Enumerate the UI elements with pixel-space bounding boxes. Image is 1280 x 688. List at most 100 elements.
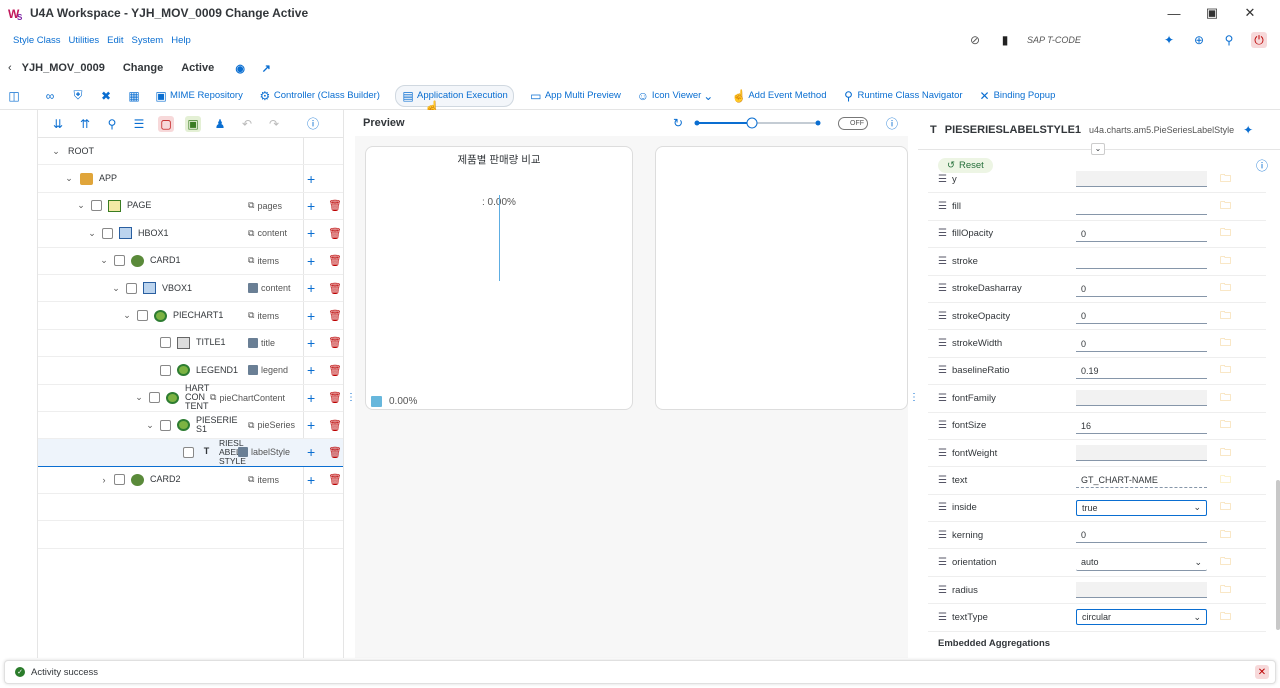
chevron-down-icon[interactable]: ⌄ xyxy=(50,146,62,157)
add-icon[interactable]: + xyxy=(307,390,315,406)
runtime-class-navigator-button[interactable]: ⚲ Runtime Class Navigator xyxy=(842,88,962,104)
menu-help[interactable]: Help xyxy=(171,35,191,46)
icon-viewer-button[interactable]: ☺ Icon Viewer ⌄ xyxy=(636,88,717,104)
property-select[interactable]: auto ⌄ xyxy=(1076,554,1207,571)
tree-row-pieserieslabelstyle1[interactable]: T RIESL ABEL STYLE labelStyle + 🗑 xyxy=(38,439,343,467)
property-input[interactable]: 0 xyxy=(1076,225,1207,242)
chevron-down-icon[interactable]: ⌄ xyxy=(98,255,110,266)
folder-icon[interactable]: 🗀 xyxy=(1220,471,1231,490)
preview-toggle[interactable]: OFF xyxy=(838,116,868,130)
checkbox[interactable] xyxy=(160,337,171,349)
add-event-method-button[interactable]: ☝ Add Event Method xyxy=(732,88,827,104)
property-binding-icon[interactable]: ☰ xyxy=(938,311,952,322)
property-binding-icon[interactable]: ☰ xyxy=(938,338,952,349)
delete-icon[interactable]: 🗑 xyxy=(328,199,342,212)
binding-popup-button[interactable]: ✕ Binding Popup xyxy=(978,88,1056,104)
controller-button[interactable]: ⚙ Controller (Class Builder) xyxy=(258,88,380,104)
checkbox[interactable] xyxy=(160,364,171,376)
menu-system[interactable]: System xyxy=(132,35,164,46)
tree-row-hbox1[interactable]: ⌄ HBOX1 ⧉ content + 🗑 xyxy=(38,220,343,248)
folder-icon[interactable]: 🗀 xyxy=(1220,334,1231,353)
tree-row-legend1[interactable]: LEGEND1 legend + 🗑 xyxy=(38,357,343,385)
tree-row-title1[interactable]: TITLE1 title + 🗑 xyxy=(38,330,343,358)
checkbox[interactable] xyxy=(183,446,194,458)
property-binding-icon[interactable]: ☰ xyxy=(938,174,952,185)
property-binding-icon[interactable]: ☰ xyxy=(938,420,952,431)
folder-icon[interactable]: 🗀 xyxy=(1220,416,1231,435)
property-binding-icon[interactable]: ☰ xyxy=(938,557,952,568)
add-icon[interactable]: + xyxy=(307,444,315,460)
chevron-down-icon[interactable]: ⌄ xyxy=(133,392,145,403)
binoculars-icon[interactable]: ◉ xyxy=(232,60,248,76)
folder-icon[interactable]: 🗀 xyxy=(1220,170,1231,189)
collapse-toggle-icon[interactable]: ⌄ xyxy=(1091,143,1105,155)
folder-icon[interactable]: 🗀 xyxy=(1220,608,1231,627)
delete-icon[interactable]: 🗑 xyxy=(328,254,342,267)
property-binding-icon[interactable]: ☰ xyxy=(938,283,952,294)
delete-icon[interactable]: 🗑 xyxy=(328,473,342,486)
add-icon[interactable]: + xyxy=(307,335,315,351)
glasses-icon[interactable]: ∞ xyxy=(42,88,58,104)
property-input[interactable]: 0.19 xyxy=(1076,362,1207,379)
property-select[interactable]: true ⌄ xyxy=(1076,499,1207,516)
mime-repository-button[interactable]: ▣ MIME Repository xyxy=(154,88,243,104)
folder-icon[interactable]: 🗀 xyxy=(1220,444,1231,463)
add-icon[interactable]: + xyxy=(307,171,315,187)
folder-icon[interactable]: 🗀 xyxy=(1220,498,1231,517)
external-link-icon[interactable]: ↗ xyxy=(258,60,274,76)
delete-icon[interactable]: 🗑 xyxy=(328,336,342,349)
zoom-in-icon[interactable]: ⊕ xyxy=(1191,32,1207,48)
folder-icon[interactable]: 🗀 xyxy=(1220,307,1231,326)
chevron-down-icon[interactable]: ⌄ xyxy=(110,283,122,294)
property-binding-icon[interactable]: ☰ xyxy=(938,228,952,239)
app-multi-preview-button[interactable]: ▭ App Multi Preview xyxy=(529,88,621,104)
chevron-down-icon[interactable]: ⌄ xyxy=(121,310,133,321)
pin-icon[interactable]: ✦ xyxy=(1240,122,1256,138)
property-input[interactable]: 0 xyxy=(1076,280,1207,297)
chevron-down-icon[interactable]: ⌄ xyxy=(86,228,98,239)
checkbox[interactable] xyxy=(114,255,125,267)
folder-icon[interactable]: 🗀 xyxy=(1220,252,1231,271)
tree-row-page[interactable]: ⌄ PAGE ⧉ pages + 🗑 xyxy=(38,193,343,221)
tree-row-app[interactable]: ⌄ APP + xyxy=(38,165,343,193)
layout-icon[interactable]: ◫ xyxy=(6,88,22,104)
property-input[interactable] xyxy=(1076,582,1207,599)
close-icon[interactable]: ✕ xyxy=(1255,665,1269,679)
delete-icon[interactable]: 🗑 xyxy=(328,309,342,322)
property-input[interactable] xyxy=(1076,445,1207,462)
add-icon[interactable]: + xyxy=(307,253,315,269)
delete-icon[interactable]: 🗑 xyxy=(328,391,342,404)
menu-style-class[interactable]: Style Class xyxy=(13,35,61,46)
checkbox[interactable] xyxy=(102,227,113,239)
shield-icon[interactable]: ⛨ xyxy=(70,88,86,104)
chevron-right-icon[interactable]: › xyxy=(98,475,110,485)
folder-icon[interactable]: 🗀 xyxy=(1220,389,1231,408)
help-icon[interactable]: ⓘ xyxy=(884,115,900,131)
chevron-down-icon[interactable]: ⌄ xyxy=(63,173,75,184)
add-icon[interactable]: + xyxy=(307,308,315,324)
property-input[interactable]: 0 xyxy=(1076,527,1207,544)
add-icon[interactable]: + xyxy=(307,225,315,241)
checkbox[interactable] xyxy=(149,392,160,404)
tree-row-vbox1[interactable]: ⌄ VBOX1 content + 🗑 xyxy=(38,275,343,303)
property-binding-icon[interactable]: ☰ xyxy=(938,530,952,541)
search-icon[interactable]: ⚲ xyxy=(1221,32,1237,48)
property-binding-icon[interactable]: ☰ xyxy=(938,256,952,267)
chevron-down-icon[interactable]: ⌄ xyxy=(144,420,156,431)
application-execution-button[interactable]: ▤ Application Execution xyxy=(394,84,514,107)
add-icon[interactable]: + xyxy=(307,417,315,433)
checkbox[interactable] xyxy=(91,200,102,212)
display-icon[interactable]: ▣ xyxy=(185,115,201,132)
redo-icon[interactable]: ↷ xyxy=(266,116,282,132)
folder-icon[interactable]: 🗀 xyxy=(1220,279,1231,298)
tree-row-root[interactable]: ⌄ ROOT xyxy=(38,138,343,166)
property-input[interactable]: 0 xyxy=(1076,335,1207,352)
checkbox[interactable] xyxy=(137,310,148,322)
property-input[interactable]: GT_CHART-NAME xyxy=(1076,472,1207,489)
delete-icon[interactable]: 🗑 xyxy=(328,419,342,432)
tcode-input[interactable]: SAP T-CODE xyxy=(1027,35,1147,45)
delete-icon[interactable]: 🗑 xyxy=(328,227,342,240)
folder-icon[interactable]: 🗀 xyxy=(1220,553,1231,572)
checkbox[interactable] xyxy=(160,419,171,431)
property-binding-icon[interactable]: ☰ xyxy=(938,612,952,623)
